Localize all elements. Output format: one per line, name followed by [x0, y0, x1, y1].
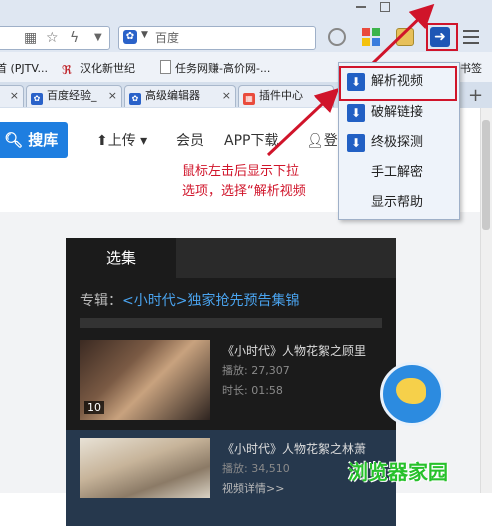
download-arrow-icon: ⬇ [347, 104, 365, 122]
arrow-to-extension [370, 3, 435, 66]
highlight-box-menu-item [339, 66, 457, 101]
arrow-to-menu [266, 87, 340, 157]
annotation-note: 鼠标左击后显示下拉 选项，选择“解析视频 [182, 164, 306, 199]
menu-item-show-help[interactable]: 显示帮助 [347, 190, 455, 216]
menu-item-ultimate-detect[interactable]: ⬇ 终极探测 [347, 130, 455, 156]
menu-item-manual-decrypt[interactable]: 手工解密 [347, 160, 455, 186]
download-arrow-icon: ⬇ [347, 134, 365, 152]
menu-item-crack-link[interactable]: ⬇ 破解链接 [347, 100, 455, 126]
